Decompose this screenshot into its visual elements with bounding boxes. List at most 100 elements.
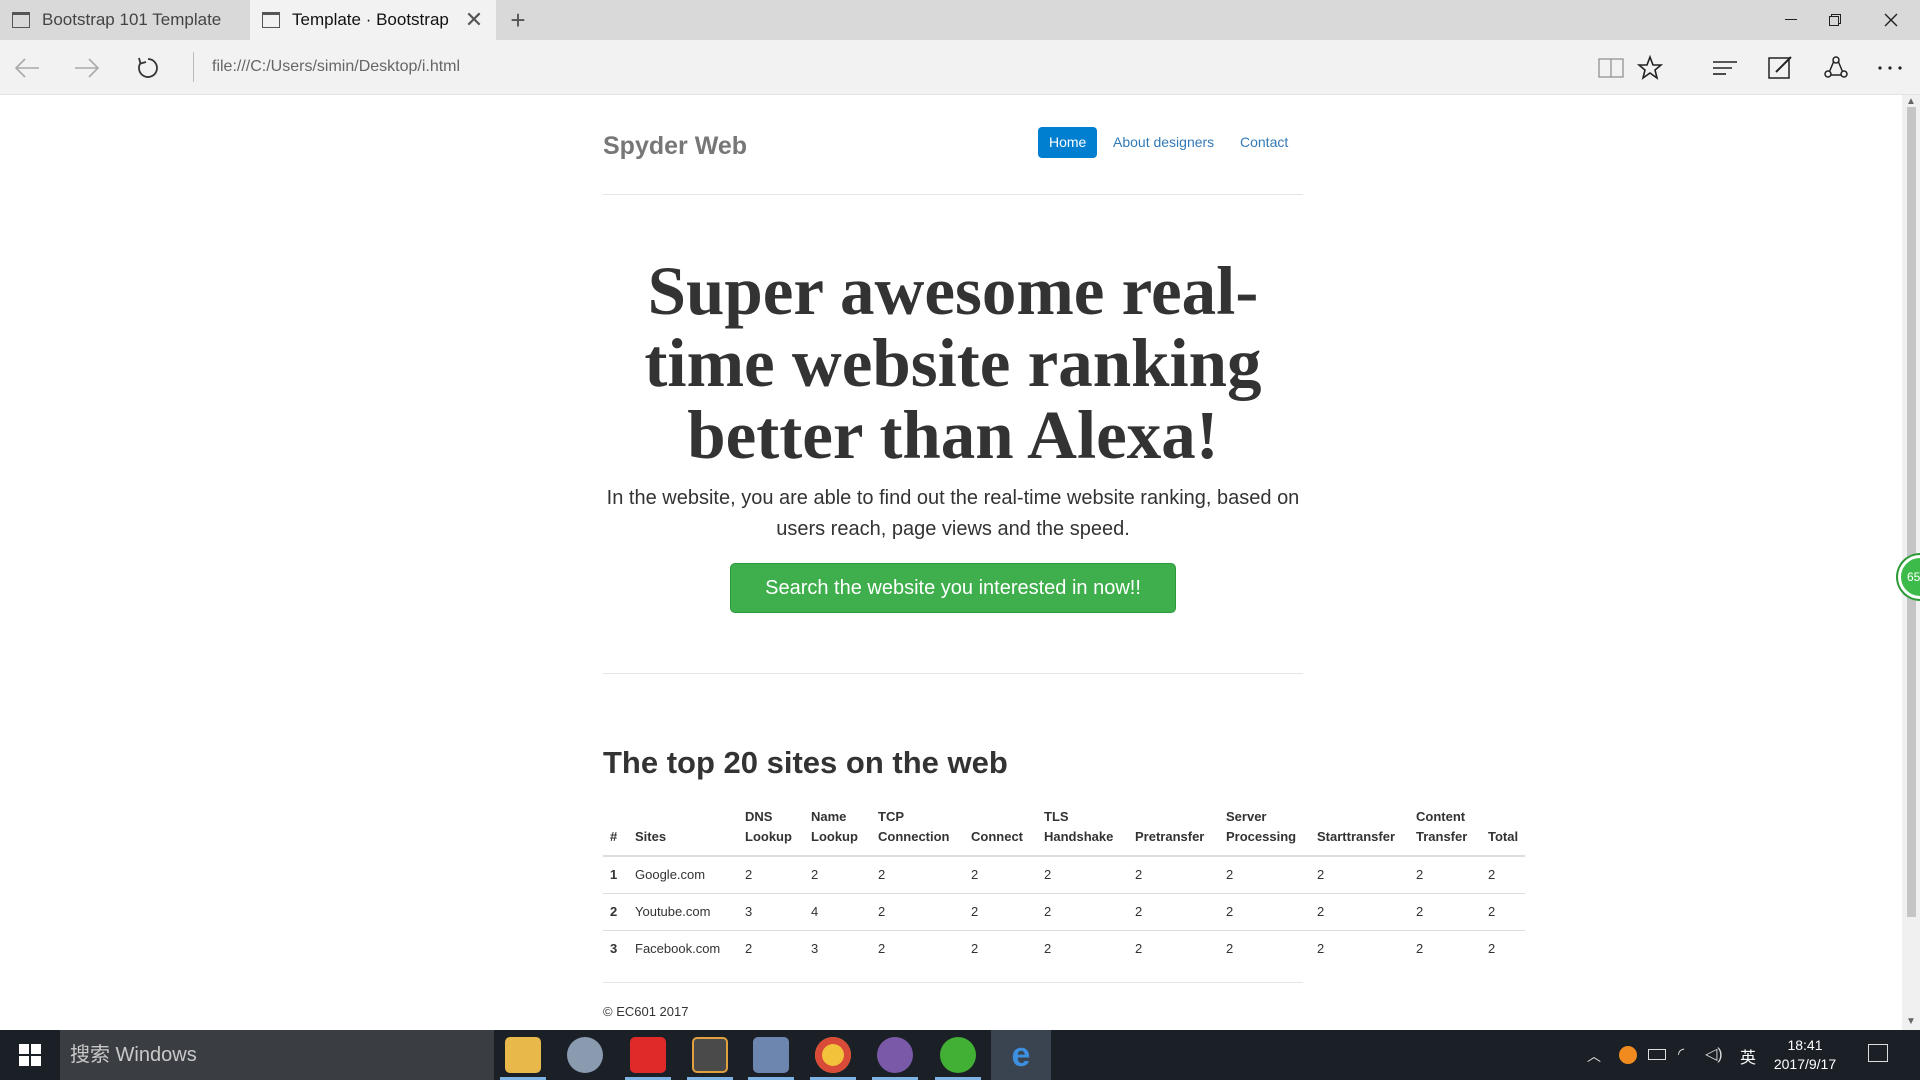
edge-icon: e — [1011, 1036, 1031, 1074]
value-cell: 2 — [1409, 892, 1481, 930]
nav-about-designers[interactable]: About designers — [1102, 127, 1225, 158]
battery-icon[interactable] — [1648, 1049, 1666, 1060]
paint-app-icon[interactable] — [567, 1037, 603, 1073]
page-icon — [12, 12, 30, 28]
value-cell: 2 — [964, 929, 1037, 967]
close-window-button[interactable] — [1862, 0, 1919, 40]
youdao-dictionary-icon[interactable] — [630, 1037, 666, 1073]
star-icon — [1637, 55, 1663, 80]
scroll-up-icon[interactable]: ▲ — [1906, 97, 1916, 107]
more-dots-icon — [1878, 66, 1902, 70]
tab-bootstrap-101[interactable]: Bootstrap 101 Template — [0, 0, 250, 40]
col-header: DNS Lookup — [738, 801, 804, 857]
value-cell: 2 — [1219, 929, 1310, 967]
rank-cell: 2 — [603, 892, 628, 930]
action-center-icon[interactable] — [1868, 1044, 1888, 1062]
scroll-thumb[interactable] — [1907, 107, 1916, 917]
github-icon[interactable] — [877, 1037, 913, 1073]
col-header: # — [603, 801, 628, 857]
more-button[interactable] — [1872, 50, 1908, 86]
file-explorer-icon[interactable] — [505, 1037, 541, 1073]
value-cell: 2 — [1409, 929, 1481, 967]
search-cta-button[interactable]: Search the website you interested in now… — [730, 563, 1176, 613]
minimize-icon — [1784, 19, 1797, 20]
divider — [603, 194, 1303, 195]
value-cell: 2 — [871, 929, 964, 967]
tray-app-icon[interactable] — [1619, 1046, 1637, 1064]
chrome-icon[interactable] — [815, 1037, 851, 1073]
value-cell: 2 — [964, 855, 1037, 893]
browser-tab-bar: Bootstrap 101 Template Template · Bootst… — [0, 0, 1920, 40]
pen-note-icon — [1768, 56, 1792, 79]
clock-date: 2017/9/17 — [1773, 1056, 1837, 1072]
address-bar: file:///C:/Users/simin/Desktop/i.html — [0, 40, 1920, 95]
page-icon — [262, 12, 280, 28]
value-cell: 2 — [1219, 892, 1310, 930]
value-cell: 2 — [1037, 929, 1128, 967]
value-cell: 2 — [871, 892, 964, 930]
value-cell: 2 — [1037, 892, 1128, 930]
edge-taskbar-button[interactable]: e — [991, 1030, 1051, 1080]
url-field[interactable]: file:///C:/Users/simin/Desktop/i.html — [193, 52, 893, 82]
favorite-button[interactable] — [1632, 50, 1668, 86]
divider — [603, 982, 1303, 983]
nav-home[interactable]: Home — [1038, 127, 1098, 158]
forward-button[interactable] — [69, 50, 105, 86]
virtualbox-icon[interactable] — [753, 1037, 789, 1073]
table-row: 3 Facebook.com 2 3 2 2 2 2 2 2 2 2 — [603, 929, 1526, 967]
scroll-down-icon[interactable]: ▼ — [1906, 1017, 1916, 1027]
divider — [603, 673, 1303, 674]
value-cell: 2 — [1310, 892, 1409, 930]
ime-indicator[interactable]: 英 — [1740, 1044, 1756, 1068]
forward-arrow-icon — [75, 58, 100, 78]
col-header: Content Transfer — [1409, 801, 1481, 857]
hero-text: In the website, you are able to find out… — [606, 487, 1300, 540]
new-tab-button[interactable]: + — [496, 0, 540, 40]
value-cell: 2 — [738, 855, 804, 893]
windows-taskbar: 搜索 Windows e ︿ ◜ ◁) 英 18:41 2017/9/17 — [0, 1030, 1920, 1080]
value-cell: 2 — [1128, 855, 1219, 893]
wifi-icon[interactable]: ◜ — [1678, 1044, 1684, 1064]
col-header: Sites — [628, 801, 738, 857]
tab-template-bootstrap[interactable]: Template · Bootstrap ✕ — [250, 0, 496, 40]
share-button[interactable] — [1818, 50, 1854, 86]
share-icon — [1824, 56, 1848, 78]
close-tab-icon[interactable]: ✕ — [464, 9, 484, 31]
col-header: Name Lookup — [804, 801, 871, 857]
restore-button[interactable] — [1806, 0, 1863, 40]
back-button[interactable] — [9, 50, 45, 86]
show-hidden-icons-icon[interactable]: ︿ — [1587, 1046, 1601, 1066]
restore-icon — [1828, 14, 1841, 26]
volume-icon[interactable]: ◁) — [1705, 1044, 1723, 1064]
taskbar-search-input[interactable]: 搜索 Windows — [60, 1030, 494, 1080]
sublime-text-icon[interactable] — [692, 1037, 728, 1073]
web-note-button[interactable] — [1762, 50, 1798, 86]
value-cell: 2 — [871, 855, 964, 893]
value-cell: 2 — [804, 855, 871, 893]
site-brand[interactable]: Spyder Web — [603, 132, 747, 161]
ranking-table: # Sites DNS Lookup Name Lookup TCP Conne… — [603, 801, 1526, 967]
rank-cell: 1 — [603, 855, 628, 893]
col-header: Total — [1481, 801, 1526, 857]
section-title: The top 20 sites on the web — [603, 745, 1008, 780]
value-cell: 2 — [1310, 855, 1409, 893]
clock[interactable]: 18:41 2017/9/17 — [1760, 1036, 1850, 1074]
col-header: Server Processing — [1219, 801, 1310, 857]
wechat-icon[interactable] — [940, 1037, 976, 1073]
start-button[interactable] — [0, 1030, 60, 1080]
value-cell: 2 — [1481, 929, 1526, 967]
refresh-button[interactable] — [130, 50, 166, 86]
hub-button[interactable] — [1707, 50, 1743, 86]
back-arrow-icon — [14, 58, 39, 78]
nav-contact[interactable]: Contact — [1229, 127, 1299, 158]
clock-time: 18:41 — [1787, 1037, 1823, 1053]
table-header-row: # Sites DNS Lookup Name Lookup TCP Conne… — [603, 801, 1526, 857]
close-icon — [1884, 13, 1897, 27]
tab-label: Template · Bootstrap — [292, 10, 449, 29]
value-cell: 3 — [738, 892, 804, 930]
table-row: 2 Youtube.com 3 4 2 2 2 2 2 2 2 2 — [603, 892, 1526, 930]
refresh-icon — [138, 57, 158, 78]
value-cell: 2 — [1409, 855, 1481, 893]
reading-view-button[interactable] — [1593, 50, 1629, 86]
value-cell: 3 — [804, 929, 871, 967]
